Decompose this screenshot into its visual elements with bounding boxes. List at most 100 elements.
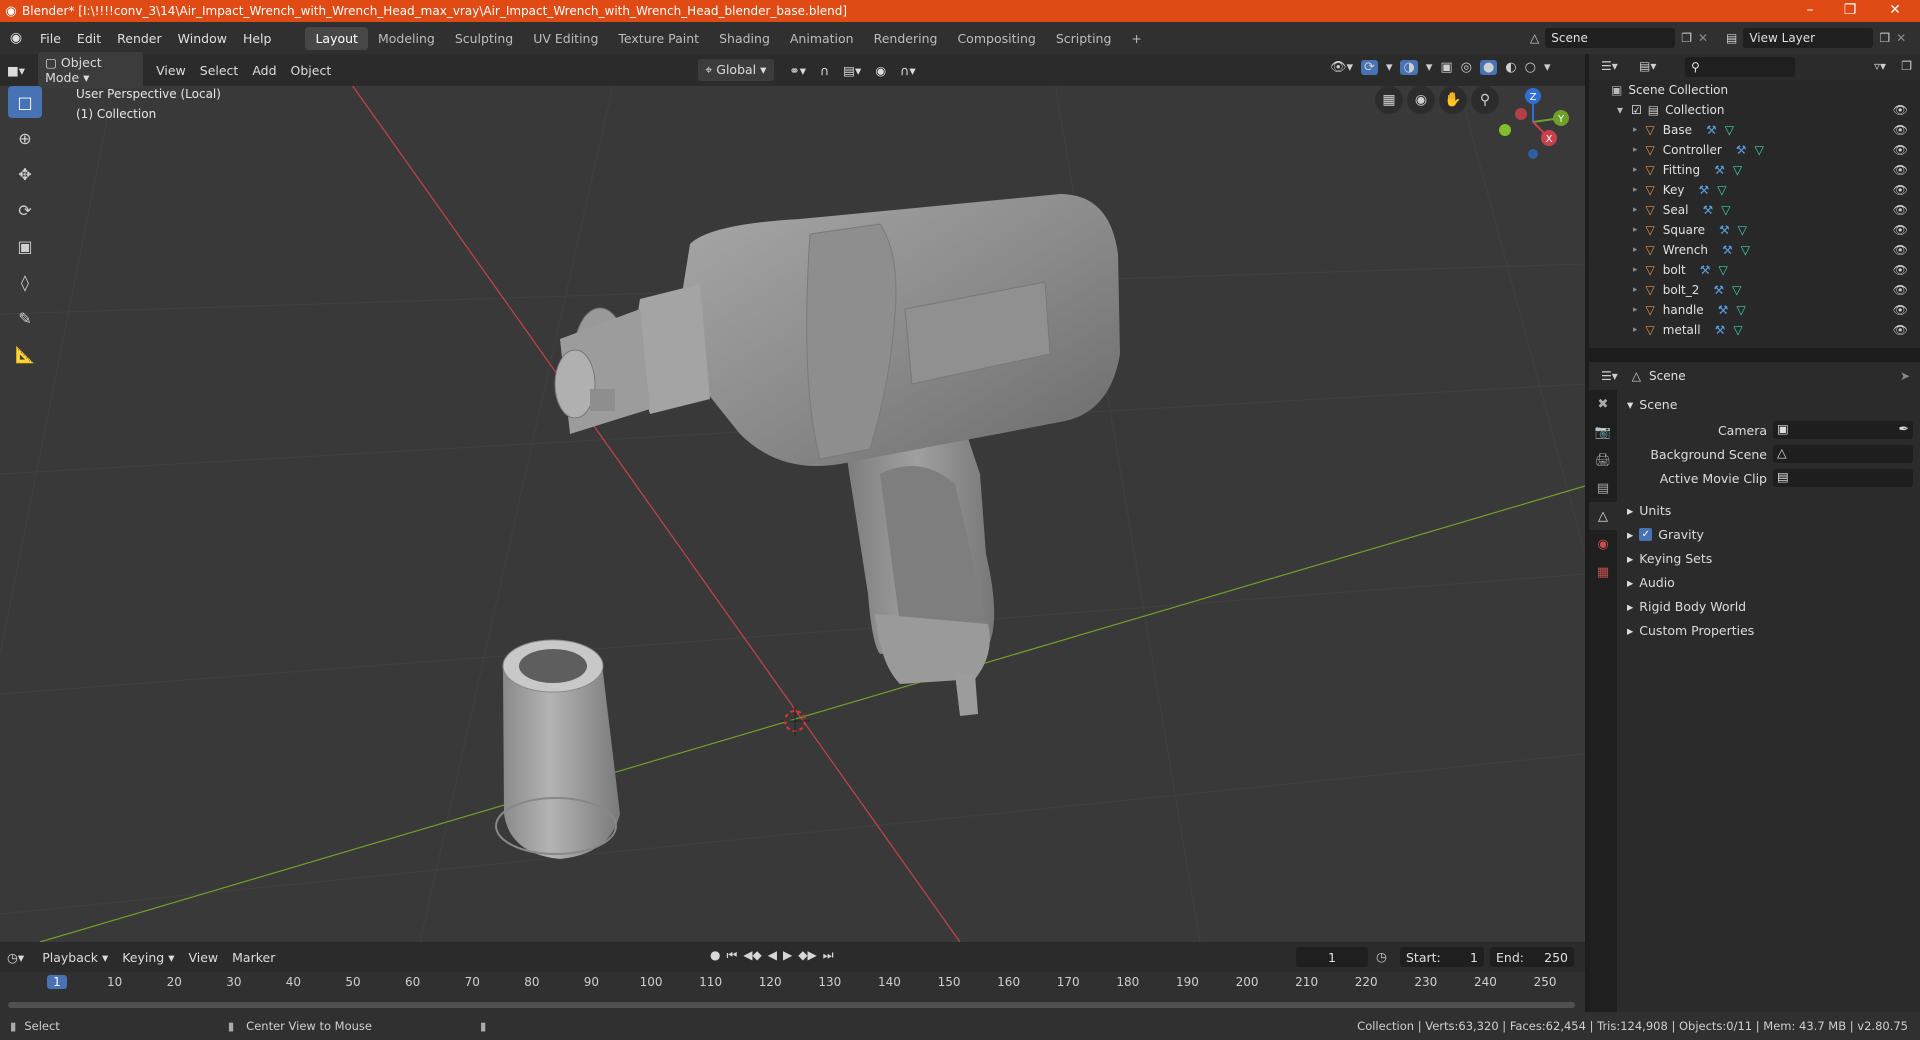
tab-modeling[interactable]: Modeling (368, 27, 445, 50)
menu-window[interactable]: Window (170, 31, 235, 46)
shading-solid-icon[interactable]: ● (1479, 60, 1498, 75)
eye-icon[interactable]: 👁 (1893, 263, 1908, 277)
outliner-item-metall[interactable]: ▸ ▽ metall ⚒ ▽ 👁 (1589, 320, 1920, 340)
modifier-wrench-icon[interactable]: ⚒ (1700, 263, 1711, 277)
editor-type-icon[interactable]: ■▾ (0, 60, 32, 81)
timeline-menu-keying[interactable]: Keying ▾ (115, 947, 181, 968)
jump-start-icon[interactable]: ⏮ (726, 948, 737, 963)
measure-tool-icon[interactable]: 📐 (8, 338, 42, 370)
expand-arrow-icon[interactable]: ▸ (1633, 125, 1638, 135)
mesh-data-icon[interactable]: ▽ (1738, 223, 1747, 237)
tab-compositing[interactable]: Compositing (947, 27, 1045, 50)
output-tab-icon[interactable]: 🖨 (1589, 446, 1617, 474)
3d-viewport[interactable] (0, 54, 1585, 942)
timeline-editor-icon[interactable]: ◷▾ (0, 947, 31, 968)
eye-icon[interactable]: 👁 (1893, 303, 1908, 317)
visibility-icon[interactable]: 👁▾ (1330, 60, 1353, 75)
orientation-selector[interactable]: ⌖ Global ▾ (698, 59, 775, 81)
wrench-socket-model[interactable] (495, 639, 620, 859)
minimize-button[interactable]: – (1790, 0, 1830, 22)
modifier-wrench-icon[interactable]: ⚒ (1699, 183, 1710, 197)
mesh-data-icon[interactable]: ▽ (1741, 243, 1750, 257)
modifier-wrench-icon[interactable]: ⚒ (1714, 163, 1725, 177)
expand-arrow-icon[interactable]: ▸ (1633, 305, 1638, 315)
camera-view-icon[interactable]: ◉ (1407, 86, 1435, 114)
viewport-menu-select[interactable]: Select (193, 60, 246, 81)
eye-icon[interactable]: 👁 (1893, 283, 1908, 297)
timeline-menu-view[interactable]: View (181, 947, 225, 968)
preview-range-icon[interactable]: ◷ (1376, 949, 1387, 964)
outliner-item-controller[interactable]: ▸ ▽ Controller ⚒ ▽ 👁 (1589, 140, 1920, 160)
shading-dropdown-icon[interactable]: ▾ (1544, 60, 1551, 75)
navigation-gizmo[interactable]: Z Y X (1495, 84, 1575, 164)
scene-collection-row[interactable]: ▣ Scene Collection (1589, 80, 1920, 100)
mesh-data-icon[interactable]: ▽ (1721, 203, 1730, 217)
tab-rendering[interactable]: Rendering (864, 27, 948, 50)
outliner-item-bolt-2[interactable]: ▸ ▽ bolt_2 ⚒ ▽ 👁 (1589, 280, 1920, 300)
gizmo-neg-x-icon[interactable] (1515, 108, 1527, 120)
eye-icon[interactable]: 👁 (1893, 183, 1908, 197)
display-mode-icon[interactable]: ▤▾ (1639, 59, 1656, 73)
eye-icon[interactable]: 👁 (1893, 103, 1908, 117)
scene-panel-header[interactable]: ▾ Scene (1617, 392, 1920, 416)
grid-view-icon[interactable]: ▦ (1375, 86, 1403, 114)
transform-tool-icon[interactable]: ◊ (8, 266, 42, 298)
tab-animation[interactable]: Animation (780, 27, 864, 50)
eye-icon[interactable]: 👁 (1893, 143, 1908, 157)
eye-icon[interactable]: 👁 (1893, 223, 1908, 237)
modifier-wrench-icon[interactable]: ⚒ (1718, 303, 1729, 317)
render-tab-icon[interactable]: 📷 (1589, 418, 1617, 446)
shading-material-icon[interactable]: ◐ (1505, 60, 1516, 75)
pin-icon[interactable]: ➤ (1900, 369, 1910, 383)
gravity-checkbox[interactable]: ✓ (1639, 527, 1653, 541)
timeline-scrollbar[interactable] (8, 1002, 1575, 1008)
mesh-data-icon[interactable]: ▽ (1736, 303, 1745, 317)
xray-icon[interactable]: ▣ (1440, 60, 1452, 75)
impact-wrench-model[interactable] (554, 194, 1120, 716)
viewport-menu-object[interactable]: Object (284, 60, 339, 81)
expand-arrow-icon[interactable]: ▸ (1633, 285, 1638, 295)
menu-render[interactable]: Render (109, 31, 170, 46)
expand-arrow-icon[interactable]: ▸ (1633, 185, 1638, 195)
mesh-data-icon[interactable]: ▽ (1755, 143, 1764, 157)
mesh-data-icon[interactable]: ▽ (1719, 263, 1728, 277)
pan-hand-icon[interactable]: ✋ (1439, 86, 1467, 114)
tool-tab-icon[interactable]: ✖ (1589, 390, 1617, 418)
prev-keyframe-icon[interactable]: ◀◆ (743, 948, 761, 963)
play-reverse-icon[interactable]: ◀ (768, 948, 777, 963)
maximize-button[interactable]: ❐ (1830, 0, 1870, 22)
collapse-arrow-icon[interactable]: ▾ (1617, 103, 1623, 117)
scene-icon[interactable]: △ (1530, 31, 1539, 45)
viewport-menu-add[interactable]: Add (245, 60, 283, 81)
close-button[interactable]: ✕ (1875, 0, 1915, 22)
snap-target-icon[interactable]: ▤▾ (836, 60, 868, 81)
eye-icon[interactable]: 👁 (1893, 243, 1908, 257)
scale-tool-icon[interactable]: ▣ (8, 230, 42, 262)
new-scene-icon[interactable]: ❐ (1681, 31, 1692, 45)
outliner-item-base[interactable]: ▸ ▽ Base ⚒ ▽ 👁 (1589, 120, 1920, 140)
mesh-data-icon[interactable]: ▽ (1717, 183, 1726, 197)
outliner-search-input[interactable]: ⚲ (1685, 57, 1795, 77)
proportional-edit-icon[interactable]: ◉ (868, 60, 893, 81)
overlay-dropdown-icon[interactable]: ▾ (1426, 60, 1433, 75)
outliner-item-bolt[interactable]: ▸ ▽ bolt ⚒ ▽ 👁 (1589, 260, 1920, 280)
delete-view-layer-icon[interactable]: ✕ (1896, 31, 1906, 45)
mesh-data-icon[interactable]: ▽ (1733, 323, 1742, 337)
outliner-item-fitting[interactable]: ▸ ▽ Fitting ⚒ ▽ 👁 (1589, 160, 1920, 180)
3d-cursor-icon[interactable] (780, 706, 810, 736)
rotate-tool-icon[interactable]: ⟳ (8, 194, 42, 226)
menu-edit[interactable]: Edit (69, 31, 109, 46)
expand-arrow-icon[interactable]: ▸ (1633, 225, 1638, 235)
tab-scripting[interactable]: Scripting (1046, 27, 1122, 50)
outliner-item-handle[interactable]: ▸ ▽ handle ⚒ ▽ 👁 (1589, 300, 1920, 320)
shading-rendered-icon[interactable]: ○ (1525, 60, 1536, 75)
shading-wireframe-icon[interactable]: ◎ (1461, 60, 1472, 75)
camera-field[interactable]: ▣ ✒ (1773, 421, 1913, 439)
mesh-data-icon[interactable]: ▽ (1732, 283, 1741, 297)
mode-selector[interactable]: ▢ Object Mode ▾ (38, 52, 144, 88)
modifier-wrench-icon[interactable]: ⚒ (1722, 243, 1733, 257)
units-section[interactable]: ▸ Units (1617, 498, 1920, 522)
filter-icon[interactable]: ▿▾ (1874, 59, 1886, 73)
outliner-item-key[interactable]: ▸ ▽ Key ⚒ ▽ 👁 (1589, 180, 1920, 200)
play-icon[interactable]: ▶ (783, 948, 792, 963)
